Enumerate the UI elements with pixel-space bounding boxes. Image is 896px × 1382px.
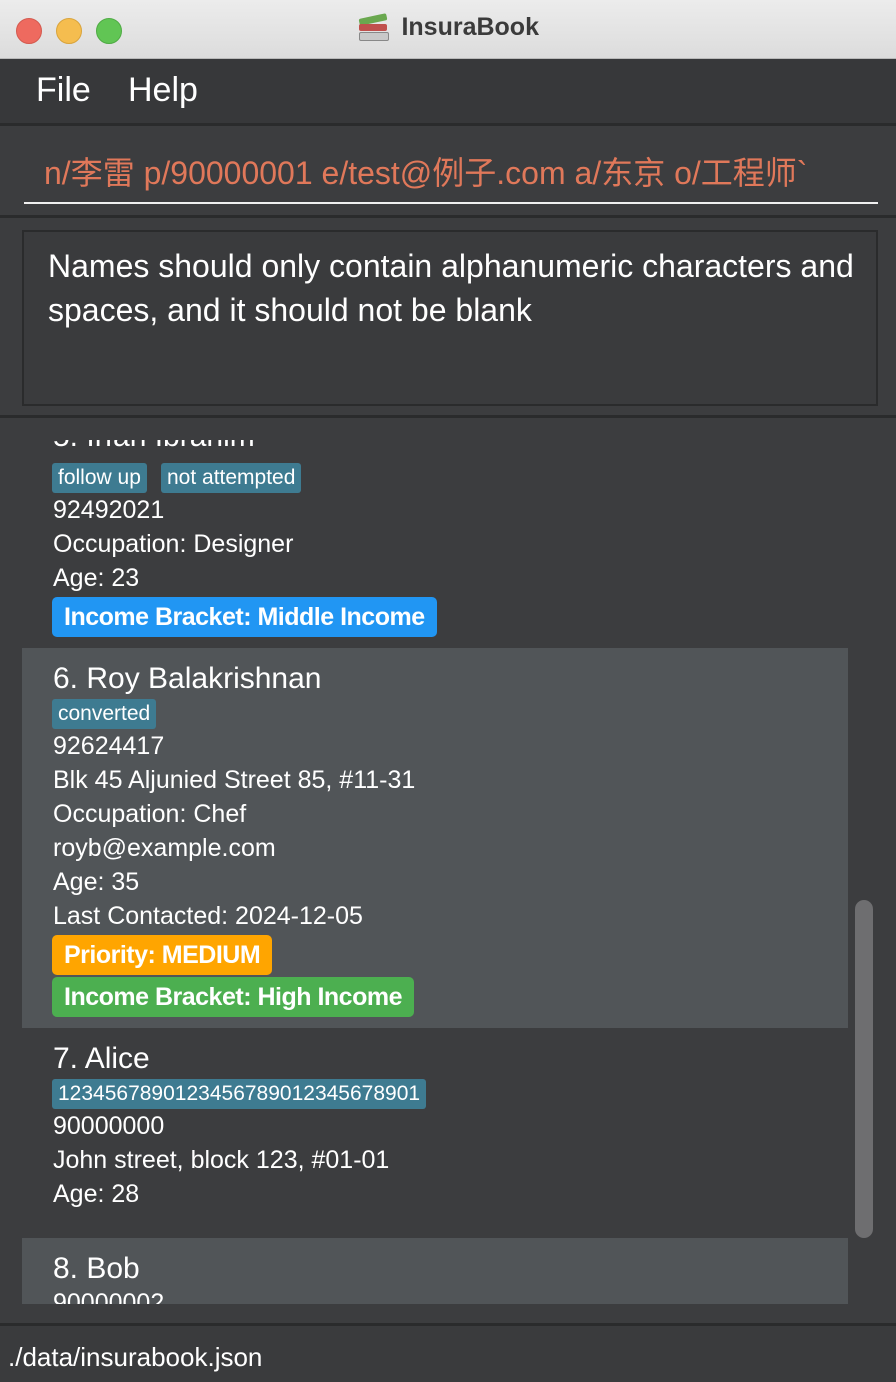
person-card[interactable]: 5. Irfan Ibrahim follow up not attempted… (22, 440, 848, 648)
window-title-group: InsuraBook (0, 12, 896, 42)
divider (0, 215, 896, 218)
income-bracket-badge: Income Bracket: High Income (52, 977, 414, 1017)
list-scrollbar-thumb[interactable] (855, 900, 873, 1238)
person-card[interactable]: 6. Roy Balakrishnan converted 92624417 B… (22, 648, 848, 1028)
person-tag: follow up (52, 463, 147, 493)
person-address: Blk 45 Aljunied Street 85, #11-31 (53, 766, 416, 794)
command-input-underline (24, 202, 878, 204)
person-name: 8. Bob (53, 1252, 140, 1285)
result-message: Names should only contain alphanumeric c… (48, 248, 854, 328)
priority-badge: Priority: MEDIUM (52, 935, 273, 975)
person-name: 6. Roy Balakrishnan (53, 662, 322, 695)
person-phone: 90000002 (53, 1289, 165, 1304)
menu-bar: File Help (0, 59, 896, 123)
status-bar: ./data/insurabook.json (0, 1326, 896, 1382)
person-tag: not attempted (161, 463, 302, 493)
menu-file[interactable]: File (36, 71, 91, 110)
command-input[interactable]: n/李雷 p/90000001 e/test@例子.com a/东京 o/工程师… (44, 148, 864, 194)
menu-help[interactable]: Help (128, 71, 198, 110)
person-email: royb@example.com (53, 834, 276, 862)
income-bracket-badge: Income Bracket: Middle Income (52, 597, 437, 637)
person-name: 7. Alice (53, 1042, 150, 1075)
title-bar: InsuraBook (0, 0, 896, 59)
person-phone: 92492021 (53, 496, 165, 524)
person-age: Age: 35 (53, 868, 140, 896)
person-last-contacted: Last Contacted: 2024-12-05 (53, 902, 363, 930)
person-phone: 92624417 (53, 732, 165, 760)
books-app-icon (357, 12, 389, 42)
person-name: 5. Irfan Ibrahim (53, 440, 255, 454)
person-list[interactable]: 5. Irfan Ibrahim follow up not attempted… (22, 440, 848, 1304)
person-phone: 90000000 (53, 1112, 165, 1140)
person-tag: 1234567890123456789012345678901 (52, 1079, 427, 1109)
result-display[interactable]: Names should only contain alphanumeric c… (22, 230, 878, 406)
window-title: InsuraBook (401, 12, 539, 41)
person-card[interactable]: 7. Alice 1234567890123456789012345678901… (22, 1028, 848, 1238)
person-age: Age: 23 (53, 564, 140, 592)
person-occupation: Occupation: Chef (53, 800, 247, 828)
command-box[interactable]: n/李雷 p/90000001 e/test@例子.com a/东京 o/工程师… (0, 126, 896, 214)
person-address: John street, block 123, #01-01 (53, 1146, 390, 1174)
person-age: Age: 28 (53, 1180, 140, 1208)
divider (0, 415, 896, 418)
person-occupation: Occupation: Designer (53, 530, 294, 558)
person-card[interactable]: 8. Bob 90000002 (22, 1238, 848, 1304)
save-file-path: ./data/insurabook.json (8, 1342, 263, 1372)
person-tag: converted (52, 699, 157, 729)
